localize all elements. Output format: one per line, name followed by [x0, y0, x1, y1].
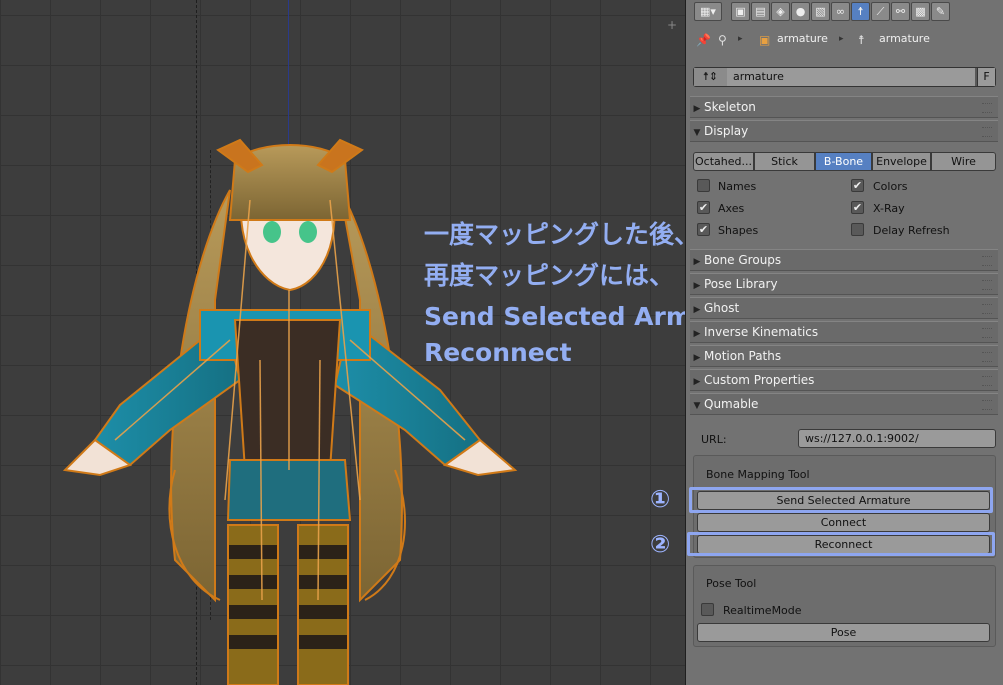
world-icon[interactable]: ●: [791, 2, 810, 21]
pose-tool-label: Pose Tool: [706, 577, 757, 590]
colors-label: Colors: [873, 180, 908, 193]
armature-data-icon[interactable]: ☨: [851, 2, 870, 21]
mode-bbone[interactable]: B-Bone: [815, 152, 872, 171]
drag-handle-icon[interactable]: [982, 328, 992, 338]
mode-envelope[interactable]: Envelope: [872, 152, 931, 171]
mode-wire[interactable]: Wire: [931, 152, 996, 171]
bone-icon[interactable]: ⟋: [871, 2, 890, 21]
panel-bone-groups[interactable]: ▶ Bone Groups: [690, 249, 998, 271]
render-layers-icon[interactable]: ▤: [751, 2, 770, 21]
object-data-icon: ▣: [759, 33, 771, 47]
drag-handle-icon[interactable]: [982, 376, 992, 386]
expand-icon: ▶: [693, 377, 701, 387]
render-icon[interactable]: ▣: [731, 2, 750, 21]
axes-label: Axes: [718, 202, 745, 215]
drag-handle-icon[interactable]: [982, 256, 992, 266]
editor-type-icon[interactable]: ▦▾: [694, 2, 722, 21]
chevron-right-icon: ▸: [839, 34, 844, 44]
delay-refresh-checkbox[interactable]: [851, 223, 864, 236]
panel-custom-properties[interactable]: ▶ Custom Properties: [690, 369, 998, 391]
texture-icon[interactable]: ✎: [931, 2, 950, 21]
drag-handle-icon[interactable]: [982, 304, 992, 314]
expand-icon: ▶: [693, 104, 701, 114]
3d-viewport[interactable]: + 一度マッピングした後、 再度マッピングには、: [0, 0, 685, 685]
delay-refresh-label: Delay Refresh: [873, 224, 950, 237]
shapes-label: Shapes: [718, 224, 759, 237]
collapse-icon: ▼: [693, 401, 701, 411]
scene-icon[interactable]: ◈: [771, 2, 790, 21]
mode-stick[interactable]: Stick: [754, 152, 815, 171]
callout-number-2: ②: [650, 530, 671, 558]
panel-title: Motion Paths: [704, 349, 782, 363]
panel-pose-library[interactable]: ▶ Pose Library: [690, 273, 998, 295]
drag-handle-icon[interactable]: [982, 352, 992, 362]
expand-icon: ▶: [693, 257, 701, 267]
properties-editor: ▦▾ ▣ ▤ ◈ ● ▧ ∞ ☨ ⟋ ⚯ ▩ ✎ 📌 ⚲ ▸ ▣ armatur…: [686, 0, 1003, 685]
realtime-mode-label: RealtimeMode: [723, 604, 802, 617]
legs: [227, 524, 349, 685]
character-model: [62, 138, 518, 685]
panel-title: Bone Groups: [704, 253, 782, 267]
expand-icon: ▶: [693, 329, 701, 339]
fake-user-button[interactable]: F: [977, 68, 995, 86]
panel-title: Display: [704, 124, 749, 138]
drag-handle-icon[interactable]: [982, 103, 992, 113]
chevron-right-icon: ▸: [738, 34, 743, 44]
bone-mapping-tool-label: Bone Mapping Tool: [706, 468, 810, 481]
annotation-line-2: 再度マッピングには、: [424, 261, 675, 290]
connect-button[interactable]: Connect: [697, 513, 990, 532]
pin-icon[interactable]: 📌: [696, 33, 711, 47]
url-input[interactable]: ws://127.0.0.1:9002/: [798, 429, 996, 448]
expand-icon: ▶: [693, 305, 701, 315]
panel-title: Skeleton: [704, 100, 756, 114]
names-checkbox[interactable]: [697, 179, 710, 192]
realtime-mode-checkbox[interactable]: [701, 603, 714, 616]
mode-octahedral[interactable]: Octahed...: [693, 152, 754, 171]
head: [216, 138, 364, 292]
drag-handle-icon[interactable]: [982, 127, 992, 137]
annotation-line-1: 一度マッピングした後、: [424, 220, 685, 249]
colors-checkbox[interactable]: ✔: [851, 179, 864, 192]
panel-inverse-kinematics[interactable]: ▶ Inverse Kinematics: [690, 321, 998, 343]
panel-ghost[interactable]: ▶ Ghost: [690, 297, 998, 319]
armature-browse-icon[interactable]: ☨⇕: [694, 68, 728, 86]
panel-title: Qumable: [704, 397, 759, 411]
panel-title: Custom Properties: [704, 373, 815, 387]
object-icon[interactable]: ▧: [811, 2, 830, 21]
breadcrumb-object: armature: [777, 32, 828, 45]
xray-label: X-Ray: [873, 202, 905, 215]
panel-title: Pose Library: [704, 277, 778, 291]
bone-constraints-icon[interactable]: ⚯: [891, 2, 910, 21]
expand-icon: ▶: [693, 281, 701, 291]
xray-checkbox[interactable]: ✔: [851, 201, 864, 214]
datablock-selector[interactable]: ☨⇕ armature F: [693, 67, 996, 87]
axes-checkbox[interactable]: ✔: [697, 201, 710, 214]
pose-button[interactable]: Pose: [697, 623, 990, 642]
highlight-send-selected-armature: [689, 487, 993, 513]
armature-icon: ☨: [858, 33, 865, 47]
panel-skeleton[interactable]: ▶ Skeleton: [690, 96, 998, 118]
panel-title: Ghost: [704, 301, 740, 315]
drag-handle-icon[interactable]: [982, 280, 992, 290]
expand-icon: ▶: [693, 353, 701, 363]
datablock-name-field[interactable]: armature: [727, 68, 975, 86]
properties-header: ▦▾ ▣ ▤ ◈ ● ▧ ∞ ☨ ⟋ ⚯ ▩ ✎: [686, 0, 1003, 24]
callout-number-1: ①: [650, 485, 671, 513]
panel-qumable[interactable]: ▼ Qumable: [690, 393, 998, 415]
collapse-icon: ▼: [693, 128, 701, 138]
names-label: Names: [718, 180, 757, 193]
panel-display[interactable]: ▼ Display: [690, 120, 998, 142]
material-icon[interactable]: ▩: [911, 2, 930, 21]
constraints-icon[interactable]: ∞: [831, 2, 850, 21]
context-icon: ⚲: [718, 33, 727, 47]
panel-title: Inverse Kinematics: [704, 325, 819, 339]
drag-handle-icon[interactable]: [982, 400, 992, 410]
breadcrumb-data: armature: [879, 32, 930, 45]
annotation-line-4: Reconnect: [424, 338, 572, 367]
url-label: URL:: [701, 433, 727, 446]
panel-motion-paths[interactable]: ▶ Motion Paths: [690, 345, 998, 367]
shapes-checkbox[interactable]: ✔: [697, 223, 710, 236]
highlight-reconnect: [687, 532, 995, 556]
